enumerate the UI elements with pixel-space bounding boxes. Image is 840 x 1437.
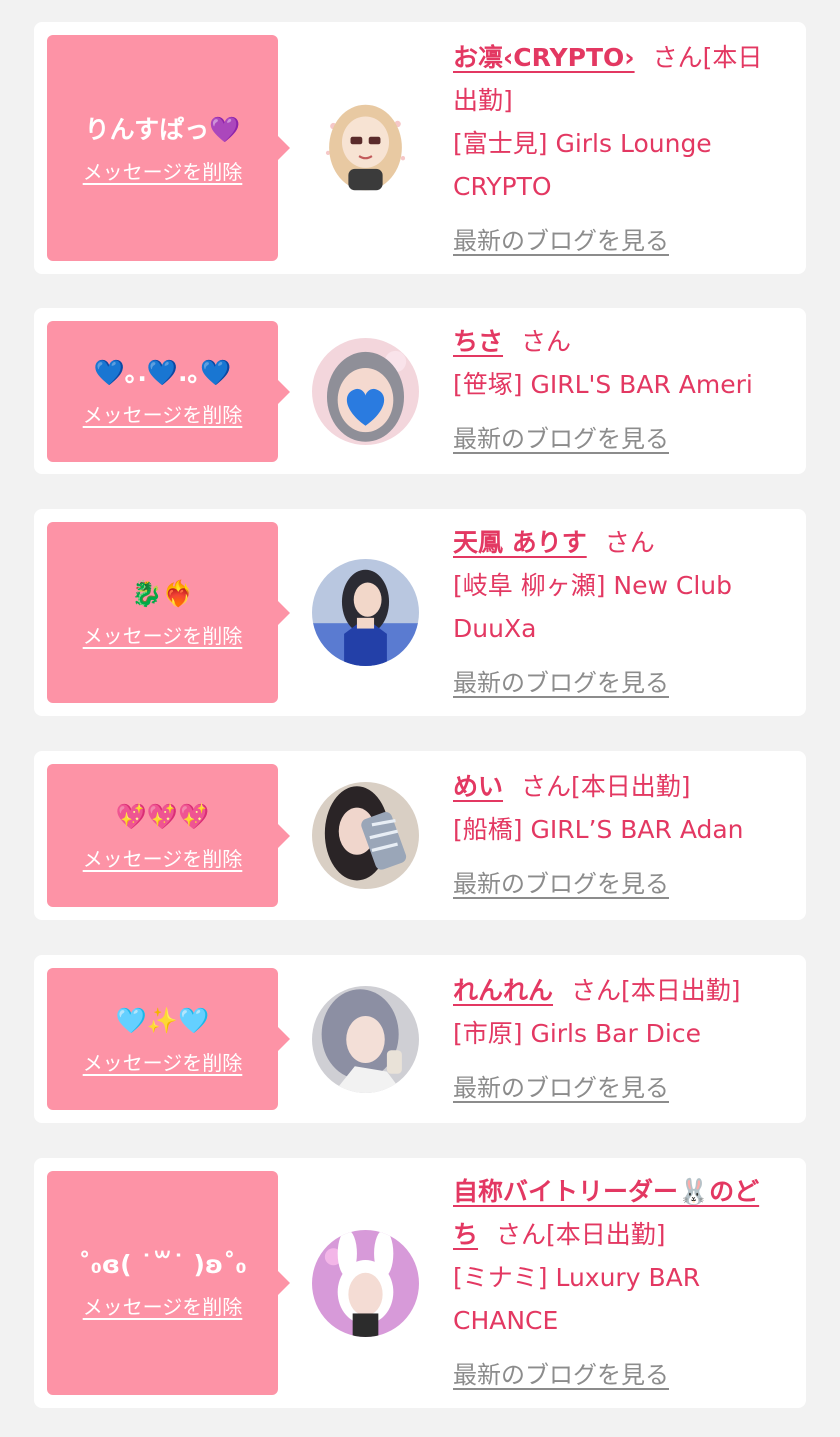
shop-name: [笹塚] GIRL'S BAR Ameri xyxy=(453,370,753,399)
shop-name: [ミナミ] Luxury BAR CHANCE xyxy=(453,1263,701,1335)
honorific: さん xyxy=(521,772,572,801)
latest-blog-link[interactable]: 最新のブログを見る xyxy=(453,863,669,906)
honorific: さん xyxy=(604,528,655,557)
honorific: さん xyxy=(652,43,703,72)
message-info: れんれん さん[本日出勤] [市原] Girls Bar Dice 最新のブログを… xyxy=(453,969,784,1110)
latest-blog-link[interactable]: 最新のブログを見る xyxy=(453,662,669,705)
work-status: [本日出勤] xyxy=(621,976,741,1005)
message-info: お凛‹CRYPTO› さん[本日出勤] [富士見] Girls Lounge CR… xyxy=(453,36,784,263)
shop-name: [岐阜 柳ヶ瀬] New Club DuuXa xyxy=(453,571,732,643)
girl-heart-face-avatar[interactable] xyxy=(312,338,419,445)
delete-message-link[interactable]: メッセージを削除 xyxy=(83,620,243,649)
latest-blog-link[interactable]: 最新のブログを見る xyxy=(453,418,669,461)
message-card: 🐉❤️‍🔥 メッセージを削除 天鳳 ありす さん [岐阜 柳ヶ瀬] New Clu… xyxy=(34,509,806,716)
delete-message-link[interactable]: メッセージを削除 xyxy=(83,1047,243,1076)
honorific: さん xyxy=(571,976,622,1005)
shop-name: [船橋] GIRL’S BAR Adan xyxy=(453,815,744,844)
message-card: 🩵✨🩵 メッセージを削除 れんれん さん[本日出勤] [市原] Girls Bar… xyxy=(34,955,806,1123)
shop-name: [富士見] Girls Lounge CRYPTO xyxy=(453,129,712,201)
message-card: りんすぱっ💜 メッセージを削除 お凛‹CRYPTO› さん[本日出勤] [富士見]… xyxy=(34,22,806,274)
message-info: ちさ さん [笹塚] GIRL'S BAR Ameri 最新のブログを見る xyxy=(453,320,784,461)
cartoon-girl-avatar[interactable] xyxy=(312,94,419,201)
honorific: さん xyxy=(496,1220,547,1249)
sender-name-link[interactable]: 天鳳 ありす xyxy=(453,528,587,557)
sender-name-link[interactable]: れんれん xyxy=(453,976,553,1005)
stamp-bubble: 💙｡.💙.｡💙 メッセージを削除 xyxy=(47,321,290,462)
stamp-text: りんすぱっ💜 xyxy=(84,114,241,144)
stamp-bubble: 🐉❤️‍🔥 メッセージを削除 xyxy=(47,522,290,703)
honorific: さん xyxy=(521,327,572,356)
stamp-text: ˚₀ɞ( ˙꒳˙ )ʚ˚₀ xyxy=(78,1249,247,1279)
stamp-bubble: 🩵✨🩵 メッセージを削除 xyxy=(47,968,290,1110)
work-status: [本日出勤] xyxy=(571,772,691,801)
stamp-text: 🩵✨🩵 xyxy=(115,1005,210,1035)
girl-blue-dress-avatar[interactable] xyxy=(312,559,419,666)
shop-name: [市原] Girls Bar Dice xyxy=(453,1019,701,1048)
delete-message-link[interactable]: メッセージを削除 xyxy=(83,399,243,428)
latest-blog-link[interactable]: 最新のブログを見る xyxy=(453,1354,669,1397)
stamp-text: 🐉❤️‍🔥 xyxy=(131,579,194,608)
message-card: ˚₀ɞ( ˙꒳˙ )ʚ˚₀ メッセージを削除 自称バイトリーダー🐰のどち さん[本… xyxy=(34,1158,806,1408)
delete-message-link[interactable]: メッセージを削除 xyxy=(83,1291,243,1320)
stamp-bubble: ˚₀ɞ( ˙꒳˙ )ʚ˚₀ メッセージを削除 xyxy=(47,1171,290,1395)
girl-selfie-avatar[interactable] xyxy=(312,782,419,889)
message-card: 💙｡.💙.｡💙 メッセージを削除 ちさ さん [笹塚] GIRL'S BAR Am… xyxy=(34,308,806,474)
girl-bunny-ears-avatar[interactable] xyxy=(312,1230,419,1337)
stamp-bubble: りんすぱっ💜 メッセージを削除 xyxy=(47,35,290,261)
work-status: [本日出勤] xyxy=(546,1220,666,1249)
sender-name-link[interactable]: お凛‹CRYPTO› xyxy=(453,43,635,72)
message-info: 自称バイトリーダー🐰のどち さん[本日出勤] [ミナミ] Luxury BAR C… xyxy=(453,1170,784,1397)
delete-message-link[interactable]: メッセージを削除 xyxy=(83,843,243,872)
message-info: めい さん[本日出勤] [船橋] GIRL’S BAR Adan 最新のブログを見… xyxy=(453,765,784,906)
message-info: 天鳳 ありす さん [岐阜 柳ヶ瀬] New Club DuuXa 最新のブログを… xyxy=(453,521,784,705)
stamp-text: 💙｡.💙.｡💙 xyxy=(93,358,232,387)
message-card: 💖💖💖 メッセージを削除 めい さん[本日出勤] [船橋] GIRL’S BAR … xyxy=(34,751,806,920)
girl-silver-hair-avatar[interactable] xyxy=(312,986,419,1093)
sender-name-link[interactable]: ちさ xyxy=(453,327,503,356)
sender-name-link[interactable]: めい xyxy=(453,772,503,801)
stamp-bubble: 💖💖💖 メッセージを削除 xyxy=(47,764,290,907)
delete-message-link[interactable]: メッセージを削除 xyxy=(83,156,243,185)
stamp-text: 💖💖💖 xyxy=(115,802,210,831)
latest-blog-link[interactable]: 最新のブログを見る xyxy=(453,220,669,263)
latest-blog-link[interactable]: 最新のブログを見る xyxy=(453,1067,669,1110)
